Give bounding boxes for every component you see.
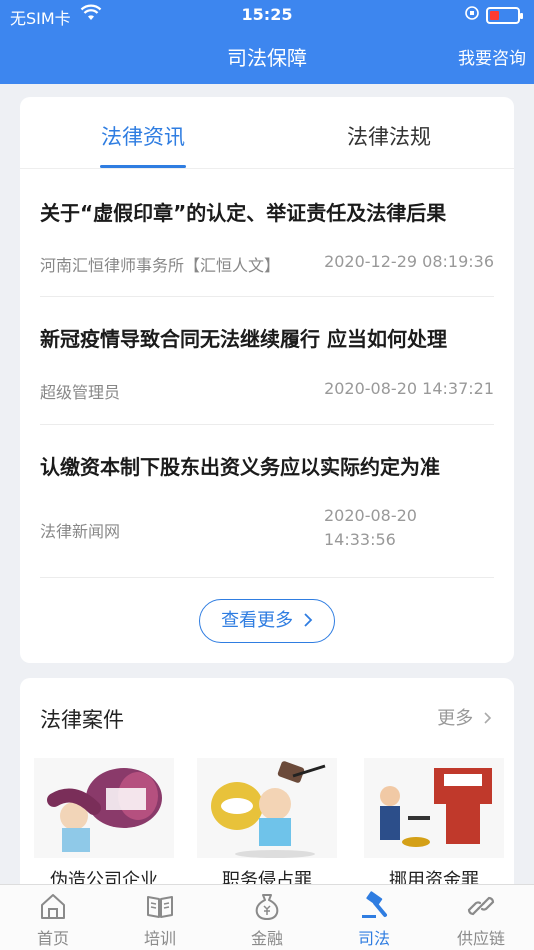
top-header: 无SIM卡 15:25 司法保障 我要咨询 — [0, 0, 534, 84]
clock: 15:25 — [241, 5, 293, 24]
news-source: 河南汇恒律师事务所【汇恒人文】 — [40, 256, 281, 275]
tab-indicator — [100, 165, 186, 168]
tabbar-label: 司法 — [357, 929, 390, 948]
news-time-clock: 14:33:56 — [324, 530, 396, 549]
chevron-right-icon — [483, 709, 492, 730]
news-source: 超级管理员 — [40, 383, 121, 402]
money-bag-icon — [252, 891, 282, 921]
cases-more-link[interactable]: 更多 — [437, 704, 492, 730]
gavel-icon — [359, 891, 389, 921]
tabbar-judicial[interactable]: 司法 — [321, 885, 427, 950]
home-icon — [38, 891, 68, 921]
tabbar-finance[interactable]: 金融 — [214, 885, 320, 950]
tabbar-label: 培训 — [143, 929, 176, 948]
case-illustration-embezzlement — [197, 758, 337, 858]
tabbar-label: 金融 — [250, 929, 283, 948]
cases-more-label: 更多 — [437, 708, 474, 729]
tab-laws-regulations[interactable]: 法律法规 — [314, 121, 464, 151]
case-item[interactable]: 职务侵占罪 — [197, 758, 337, 891]
bottom-tab-bar: 首页 培训 金融 司法 供应链 — [0, 884, 534, 950]
news-time: 2020-12-29 08:19:36 — [324, 252, 494, 271]
tabbar-training[interactable]: 培训 — [107, 885, 213, 950]
news-item[interactable]: 关于“虚假印章”的认定、举证责任及法律后果 河南汇恒律师事务所【汇恒人文】 20… — [40, 197, 494, 297]
tab-legal-news[interactable]: 法律资讯 — [68, 121, 218, 151]
news-item[interactable]: 新冠疫情导致合同无法继续履行 应当如何处理 超级管理员 2020-08-20 1… — [40, 323, 494, 425]
news-time-date: 2020-08-20 — [324, 506, 417, 525]
book-icon — [145, 891, 175, 921]
view-more-button[interactable]: 查看更多 — [199, 599, 335, 643]
case-illustration-misappropriation — [364, 758, 504, 858]
news-time: 2020-08-20 14:37:21 — [324, 379, 494, 398]
status-bar: 无SIM卡 15:25 — [0, 4, 534, 28]
news-title: 新冠疫情导致合同无法继续履行 应当如何处理 — [40, 327, 447, 351]
status-right — [464, 5, 523, 25]
news-card: 法律资讯 法律法规 关于“虚假印章”的认定、举证责任及法律后果 河南汇恒律师事务… — [20, 97, 514, 663]
page-title: 司法保障 — [227, 46, 307, 70]
news-title: 认缴资本制下股东出资义务应以实际约定为准 — [40, 455, 440, 479]
link-icon — [466, 891, 496, 921]
case-item[interactable]: 挪用资金罪 — [364, 758, 504, 891]
tabbar-supply-chain[interactable]: 供应链 — [428, 885, 534, 950]
view-more-label: 查看更多 — [221, 610, 294, 631]
consult-button[interactable]: 我要咨询 — [458, 44, 526, 69]
news-source: 法律新闻网 — [40, 522, 121, 541]
cases-card: 法律案件 更多 伪造公司企业 职务侵占罪 挪用资金罪 — [20, 678, 514, 908]
battery-icon — [486, 6, 523, 24]
news-item[interactable]: 认缴资本制下股东出资义务应以实际约定为准 法律新闻网 2020-08-20 14… — [40, 451, 494, 578]
tabbar-home[interactable]: 首页 — [0, 885, 106, 950]
tabbar-label: 供应链 — [456, 929, 505, 948]
news-title: 关于“虚假印章”的认定、举证责任及法律后果 — [40, 201, 447, 225]
case-item[interactable]: 伪造公司企业 — [34, 758, 174, 891]
cases-title: 法律案件 — [40, 708, 124, 732]
orientation-lock-icon — [464, 5, 480, 25]
chevron-right-icon — [303, 601, 313, 642]
tabbar-label: 首页 — [36, 929, 69, 948]
case-illustration-forged-seal — [34, 758, 174, 858]
news-tabs: 法律资讯 法律法规 — [20, 97, 514, 169]
